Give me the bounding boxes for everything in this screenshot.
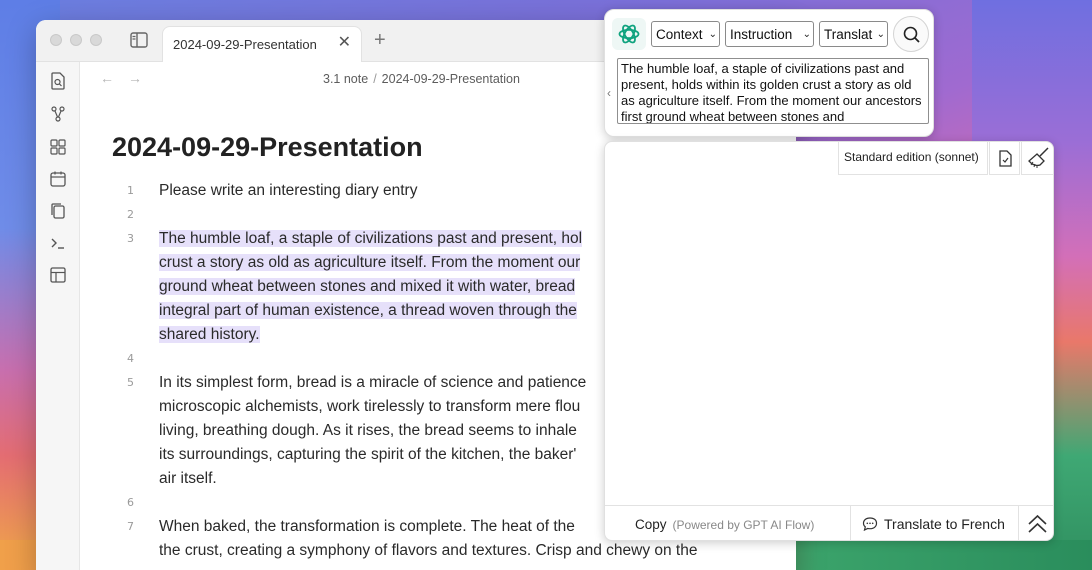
collapse-arrow-icon[interactable]: ‹ [607, 86, 611, 100]
copy-files-icon[interactable] [49, 202, 67, 220]
clear-button[interactable] [1021, 142, 1053, 175]
selected-text-line: shared history. [159, 326, 260, 343]
zoom-window-button[interactable] [90, 34, 102, 46]
line-number: 5 [127, 376, 134, 389]
line-number: 1 [127, 184, 134, 197]
translate-to-french-button[interactable]: Translate to French [852, 506, 1018, 540]
canvas-icon[interactable] [49, 138, 67, 156]
editor-text: the crust, creating a symphony of flavor… [159, 542, 698, 559]
terminal-icon[interactable] [49, 234, 67, 252]
selected-text-line: crust a story as old as agriculture itse… [159, 254, 581, 271]
powered-by-label: (Powered by GPT AI Flow) [672, 518, 815, 532]
chevron-down-icon: ⌄ [802, 28, 811, 40]
source-text-area[interactable]: The humble loaf, a staple of civilizatio… [617, 58, 929, 124]
translate-select[interactable]: Translat ⌄ [819, 21, 888, 47]
context-select[interactable]: Context ⌄ [651, 21, 720, 47]
templates-icon[interactable] [49, 266, 67, 284]
context-select-value: Context [656, 26, 703, 42]
selected-text-line: The humble loaf, a staple of civilizatio… [159, 230, 583, 247]
gpt-ai-flow-popup: Context ⌄ Instruction ⌄ Translat ⌄ ‹ The hu… [604, 9, 934, 137]
navigate-forward-button[interactable]: → [128, 70, 142, 86]
document-icon [999, 150, 1012, 167]
export-document-button[interactable] [989, 142, 1020, 175]
close-window-button[interactable] [50, 34, 62, 46]
copy-button[interactable]: Copy (Powered by GPT AI Flow) [605, 506, 851, 540]
graph-view-icon[interactable] [49, 105, 67, 123]
line-number: 6 [127, 496, 134, 509]
tab-active-note[interactable]: 2024-09-29-Presentation ✕ [162, 26, 362, 62]
broom-icon [1028, 147, 1049, 168]
breadcrumb-folder[interactable]: 3.1 note [323, 72, 368, 86]
tab-close-icon[interactable]: ✕ [338, 34, 351, 52]
line-number: 3 [127, 232, 134, 245]
translate-select-value: Translat [824, 26, 873, 42]
calendar-icon[interactable] [49, 170, 67, 188]
breadcrumb-note[interactable]: 2024-09-29-Presentation [382, 72, 520, 86]
chat-bubble-icon [862, 517, 878, 532]
new-tab-button[interactable]: + [374, 30, 386, 50]
openai-logo-icon [612, 18, 646, 50]
sidebar-toggle-icon[interactable] [130, 32, 148, 48]
search-button[interactable] [893, 16, 929, 52]
copy-label: Copy [635, 517, 667, 532]
expand-panel-button[interactable] [1018, 506, 1053, 540]
line-number: 4 [127, 352, 134, 365]
search-icon [903, 26, 920, 43]
translate-to-french-label: Translate to French [884, 516, 1005, 532]
result-footer: Copy (Powered by GPT AI Flow) Translate t… [605, 505, 1053, 540]
navigate-back-button[interactable]: ← [100, 70, 114, 86]
breadcrumb: 3.1 note / 2024-09-29-Presentation [323, 72, 520, 86]
note-title[interactable]: 2024-09-29-Presentation [112, 132, 423, 163]
open-quick-switcher-icon[interactable] [49, 72, 67, 90]
breadcrumb-separator: / [373, 72, 377, 86]
selected-text-line: integral part of human existence, a thre… [159, 302, 577, 319]
minimize-window-button[interactable] [70, 34, 82, 46]
instruction-select-value: Instruction [730, 26, 793, 42]
gpt-result-panel: Standard edition (sonnet) Copy (Powered b… [604, 141, 1054, 541]
instruction-select[interactable]: Instruction ⌄ [725, 21, 814, 47]
chevron-down-icon: ⌄ [876, 28, 885, 40]
model-edition-label[interactable]: Standard edition (sonnet) [838, 142, 988, 175]
double-chevron-up-icon [1028, 514, 1047, 533]
left-ribbon [36, 62, 80, 570]
line-number: 7 [127, 520, 134, 533]
selected-text-line: ground wheat between stones and mixed it… [159, 278, 576, 295]
tab-title: 2024-09-29-Presentation [173, 37, 317, 52]
chevron-down-icon: ⌄ [708, 28, 717, 40]
line-number: 2 [127, 208, 134, 221]
